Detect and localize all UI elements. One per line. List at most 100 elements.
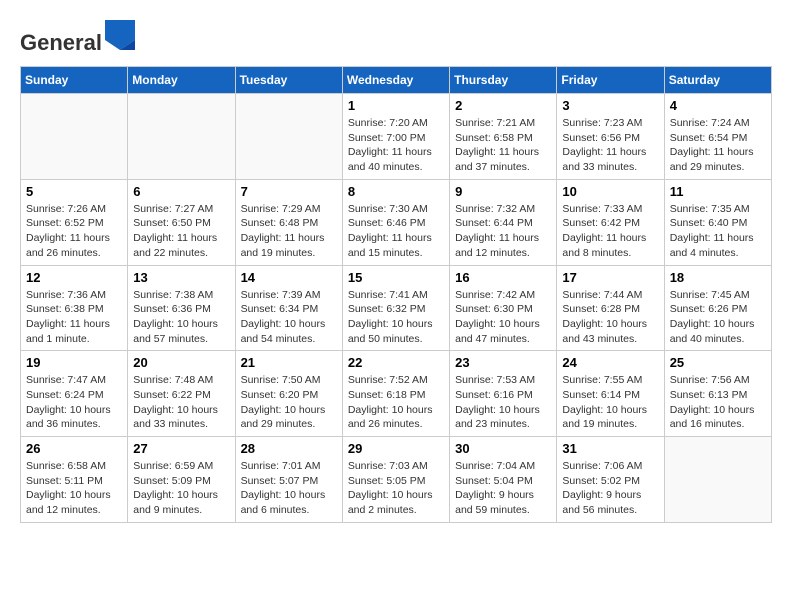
calendar-cell: 20 Sunrise: 7:48 AM Sunset: 6:22 PM Dayli… <box>128 351 235 437</box>
day-number: 22 <box>348 355 444 370</box>
day-detail: Sunrise: 7:06 AM Sunset: 5:02 PM Dayligh… <box>562 459 658 518</box>
day-number: 17 <box>562 270 658 285</box>
day-number: 28 <box>241 441 337 456</box>
day-detail: Sunrise: 7:35 AM Sunset: 6:40 PM Dayligh… <box>670 202 766 261</box>
weekday-header: Sunday <box>21 67 128 94</box>
day-number: 10 <box>562 184 658 199</box>
day-number: 11 <box>670 184 766 199</box>
weekday-header: Thursday <box>450 67 557 94</box>
calendar-cell: 14Sunrise: 7:39 AM Sunset: 6:34 PM Dayli… <box>235 265 342 351</box>
calendar-cell: 15 Sunrise: 7:41 AM Sunset: 6:32 PM Dayli… <box>342 265 449 351</box>
day-detail: Sunrise: 7:52 AM Sunset: 6:18 PM Dayligh… <box>348 373 444 432</box>
calendar-cell: 16 Sunrise: 7:42 AM Sunset: 6:30 PM Dayli… <box>450 265 557 351</box>
day-detail: Sunrise: 7:04 AM Sunset: 5:04 PM Dayligh… <box>455 459 551 518</box>
calendar-cell: 24 Sunrise: 7:55 AM Sunset: 6:14 PM Dayli… <box>557 351 664 437</box>
day-number: 8 <box>348 184 444 199</box>
day-detail: Sunrise: 7:24 AM Sunset: 6:54 PM Dayligh… <box>670 116 766 175</box>
calendar-cell: 23 Sunrise: 7:53 AM Sunset: 6:16 PM Dayli… <box>450 351 557 437</box>
weekday-header: Monday <box>128 67 235 94</box>
logo-icon <box>105 20 135 50</box>
day-detail: Sunrise: 7:26 AM Sunset: 6:52 PM Dayligh… <box>26 202 122 261</box>
day-detail: Sunrise: 7:50 AM Sunset: 6:20 PM Dayligh… <box>241 373 337 432</box>
day-number: 15 <box>348 270 444 285</box>
day-detail: Sunrise: 7:44 AM Sunset: 6:28 PM Dayligh… <box>562 288 658 347</box>
day-detail: Sunrise: 7:56 AM Sunset: 6:13 PM Dayligh… <box>670 373 766 432</box>
calendar-cell: 1 Sunrise: 7:20 AM Sunset: 7:00 PM Daylig… <box>342 94 449 180</box>
calendar-cell: 30 Sunrise: 7:04 AM Sunset: 5:04 PM Dayli… <box>450 437 557 523</box>
day-number: 20 <box>133 355 229 370</box>
calendar-cell <box>235 94 342 180</box>
calendar-cell: 2Sunrise: 7:21 AM Sunset: 6:58 PM Daylig… <box>450 94 557 180</box>
day-number: 6 <box>133 184 229 199</box>
day-detail: Sunrise: 6:58 AM Sunset: 5:11 PM Dayligh… <box>26 459 122 518</box>
calendar-cell: 5 Sunrise: 7:26 AM Sunset: 6:52 PM Daylig… <box>21 179 128 265</box>
day-detail: Sunrise: 7:03 AM Sunset: 5:05 PM Dayligh… <box>348 459 444 518</box>
weekday-header: Tuesday <box>235 67 342 94</box>
day-detail: Sunrise: 7:33 AM Sunset: 6:42 PM Dayligh… <box>562 202 658 261</box>
day-number: 3 <box>562 98 658 113</box>
day-detail: Sunrise: 7:29 AM Sunset: 6:48 PM Dayligh… <box>241 202 337 261</box>
calendar-cell: 11 Sunrise: 7:35 AM Sunset: 6:40 PM Dayli… <box>664 179 771 265</box>
day-detail: Sunrise: 7:48 AM Sunset: 6:22 PM Dayligh… <box>133 373 229 432</box>
logo: General <box>20 20 135 56</box>
day-detail: Sunrise: 7:42 AM Sunset: 6:30 PM Dayligh… <box>455 288 551 347</box>
day-number: 31 <box>562 441 658 456</box>
day-detail: Sunrise: 7:32 AM Sunset: 6:44 PM Dayligh… <box>455 202 551 261</box>
calendar-cell: 9Sunrise: 7:32 AM Sunset: 6:44 PM Daylig… <box>450 179 557 265</box>
calendar-cell: 19Sunrise: 7:47 AM Sunset: 6:24 PM Dayli… <box>21 351 128 437</box>
logo-text: General <box>20 20 135 56</box>
day-detail: Sunrise: 7:23 AM Sunset: 6:56 PM Dayligh… <box>562 116 658 175</box>
day-number: 29 <box>348 441 444 456</box>
calendar-cell: 28 Sunrise: 7:01 AM Sunset: 5:07 PM Dayli… <box>235 437 342 523</box>
day-number: 5 <box>26 184 122 199</box>
day-detail: Sunrise: 7:01 AM Sunset: 5:07 PM Dayligh… <box>241 459 337 518</box>
day-detail: Sunrise: 7:47 AM Sunset: 6:24 PM Dayligh… <box>26 373 122 432</box>
calendar-cell <box>664 437 771 523</box>
calendar-cell <box>21 94 128 180</box>
day-number: 12 <box>26 270 122 285</box>
calendar-cell <box>128 94 235 180</box>
page-header: General <box>20 20 772 56</box>
day-number: 27 <box>133 441 229 456</box>
logo-general: General <box>20 30 102 55</box>
day-detail: Sunrise: 7:41 AM Sunset: 6:32 PM Dayligh… <box>348 288 444 347</box>
day-detail: Sunrise: 7:20 AM Sunset: 7:00 PM Dayligh… <box>348 116 444 175</box>
calendar-cell: 12 Sunrise: 7:36 AM Sunset: 6:38 PM Dayli… <box>21 265 128 351</box>
day-number: 24 <box>562 355 658 370</box>
day-detail: Sunrise: 7:53 AM Sunset: 6:16 PM Dayligh… <box>455 373 551 432</box>
day-detail: Sunrise: 7:21 AM Sunset: 6:58 PM Dayligh… <box>455 116 551 175</box>
day-detail: Sunrise: 6:59 AM Sunset: 5:09 PM Dayligh… <box>133 459 229 518</box>
weekday-header: Friday <box>557 67 664 94</box>
calendar-cell: 10 Sunrise: 7:33 AM Sunset: 6:42 PM Dayli… <box>557 179 664 265</box>
day-number: 13 <box>133 270 229 285</box>
day-number: 26 <box>26 441 122 456</box>
calendar-cell: 7 Sunrise: 7:29 AM Sunset: 6:48 PM Daylig… <box>235 179 342 265</box>
day-number: 4 <box>670 98 766 113</box>
day-number: 1 <box>348 98 444 113</box>
calendar-cell: 17 Sunrise: 7:44 AM Sunset: 6:28 PM Dayli… <box>557 265 664 351</box>
calendar-cell: 18Sunrise: 7:45 AM Sunset: 6:26 PM Dayli… <box>664 265 771 351</box>
day-detail: Sunrise: 7:39 AM Sunset: 6:34 PM Dayligh… <box>241 288 337 347</box>
calendar-cell: 21 Sunrise: 7:50 AM Sunset: 6:20 PM Dayli… <box>235 351 342 437</box>
weekday-header: Saturday <box>664 67 771 94</box>
calendar-table: SundayMondayTuesdayWednesdayThursdayFrid… <box>20 66 772 523</box>
calendar-cell: 29 Sunrise: 7:03 AM Sunset: 5:05 PM Dayli… <box>342 437 449 523</box>
day-detail: Sunrise: 7:30 AM Sunset: 6:46 PM Dayligh… <box>348 202 444 261</box>
day-number: 30 <box>455 441 551 456</box>
calendar-cell: 22 Sunrise: 7:52 AM Sunset: 6:18 PM Dayli… <box>342 351 449 437</box>
day-number: 25 <box>670 355 766 370</box>
calendar-cell: 8 Sunrise: 7:30 AM Sunset: 6:46 PM Daylig… <box>342 179 449 265</box>
calendar-cell: 13Sunrise: 7:38 AM Sunset: 6:36 PM Dayli… <box>128 265 235 351</box>
calendar-cell: 3 Sunrise: 7:23 AM Sunset: 6:56 PM Daylig… <box>557 94 664 180</box>
calendar-cell: 26 Sunrise: 6:58 AM Sunset: 5:11 PM Dayli… <box>21 437 128 523</box>
calendar-cell: 27 Sunrise: 6:59 AM Sunset: 5:09 PM Dayli… <box>128 437 235 523</box>
day-number: 7 <box>241 184 337 199</box>
day-number: 23 <box>455 355 551 370</box>
day-number: 18 <box>670 270 766 285</box>
weekday-header: Wednesday <box>342 67 449 94</box>
calendar-cell: 4 Sunrise: 7:24 AM Sunset: 6:54 PM Daylig… <box>664 94 771 180</box>
day-number: 21 <box>241 355 337 370</box>
day-detail: Sunrise: 7:36 AM Sunset: 6:38 PM Dayligh… <box>26 288 122 347</box>
day-detail: Sunrise: 7:55 AM Sunset: 6:14 PM Dayligh… <box>562 373 658 432</box>
day-number: 16 <box>455 270 551 285</box>
